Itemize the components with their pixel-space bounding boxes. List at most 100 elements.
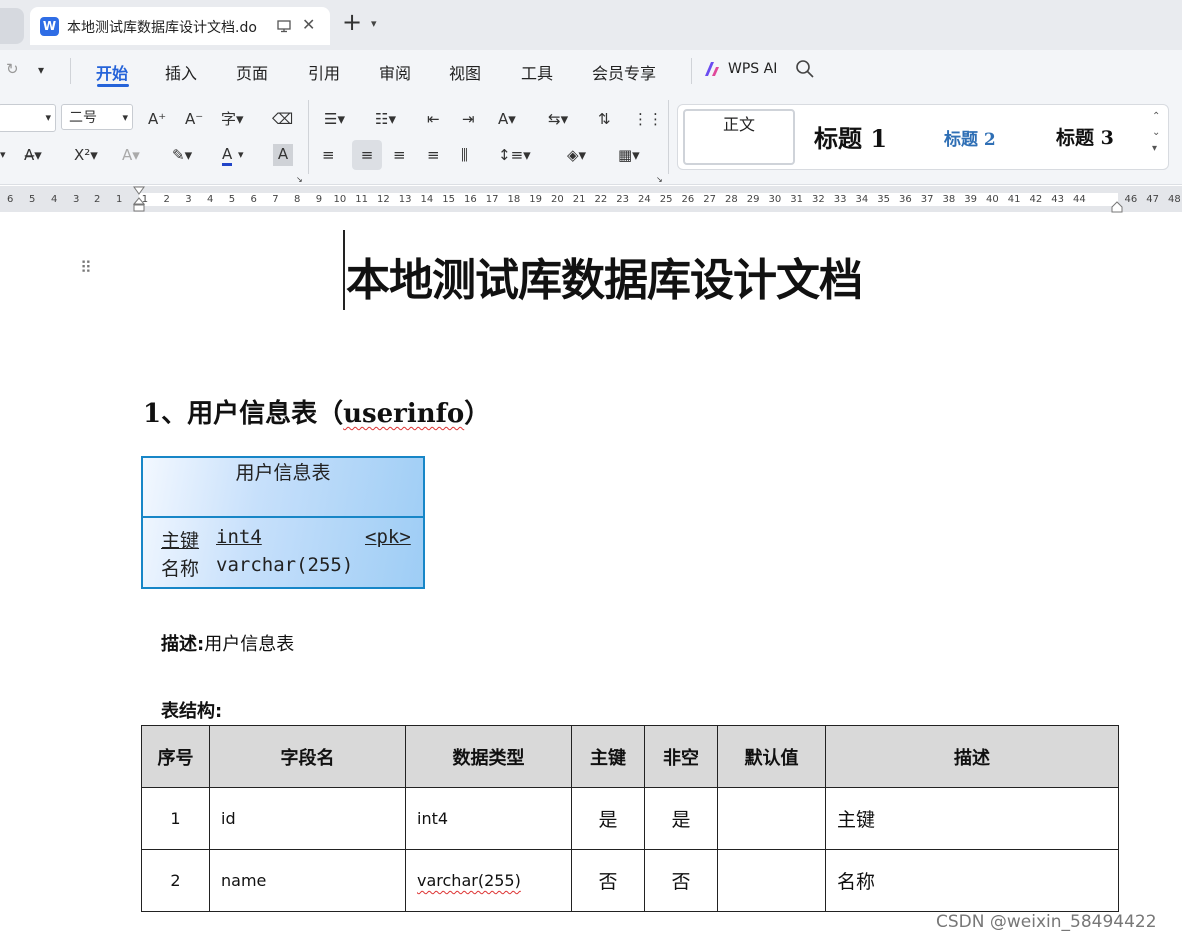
drag-handle-icon[interactable]: ⠿ [80,258,92,277]
ruler-right-indent-marker[interactable] [1111,198,1123,213]
highlight-icon[interactable]: ✎▾ [172,145,192,165]
chevron-down-icon[interactable]: ▾ [371,17,377,30]
table-cell[interactable]: 是 [571,787,645,850]
table-cell[interactable]: 主键 [825,787,1119,850]
structure-label[interactable]: 表结构: [161,697,222,723]
align-right-icon[interactable]: ≡ [393,145,406,165]
decrease-font-icon[interactable]: A⁻ [185,109,203,129]
header-cell[interactable]: 默认值 [717,725,826,788]
increase-indent-icon[interactable]: ⇥ [462,109,475,129]
document-title[interactable]: 本地测试库数据库设计文档 [346,244,863,308]
line-spacing-icon[interactable]: ↕≡▾ [498,145,531,165]
header-cell[interactable]: 数据类型 [405,725,572,788]
table-cell[interactable]: 否 [571,849,645,912]
menu-insert[interactable]: 插入 [165,60,197,84]
description-paragraph[interactable]: 描述:用户信息表 [161,630,294,656]
ruler-number: 28 [725,194,738,205]
style-normal[interactable]: 正文 [683,109,795,165]
header-cell[interactable]: 描述 [825,725,1119,788]
ruler-number: 11 [355,194,368,205]
divider [691,58,692,84]
tab-title: 本地测试库数据库设计文档.do [67,20,257,36]
font-color-icon[interactable]: A [222,145,233,166]
table-cell[interactable] [717,787,826,850]
sort-icon[interactable]: ⇅ [598,109,611,129]
superscript-icon[interactable]: X²▾ [74,145,98,165]
entity-diagram[interactable]: 用户信息表 主键 int4 <pk> 名称 varchar(255) [141,456,425,589]
table-cell[interactable]: 否 [644,849,718,912]
ruler-number: 33 [833,194,847,205]
phonetic-guide-icon[interactable]: 字▾ [221,109,244,129]
active-tab-indicator [97,84,129,87]
previous-tab[interactable] [0,8,24,44]
structure-table[interactable]: 序号 字段名 数据类型 主键 非空 默认值 描述 1 id int4 是 是 主… [141,725,1119,912]
document-tab[interactable]: W 本地测试库数据库设计文档.do ✕ [30,7,330,45]
menu-home[interactable]: 开始 [96,60,128,84]
numbered-list-icon[interactable]: ☷▾ [375,109,396,129]
table-header-row: 序号 字段名 数据类型 主键 非空 默认值 描述 [141,725,1119,788]
ruler-number: 15 [442,194,455,205]
ruler-number: 32 [812,194,825,205]
text-effect-icon[interactable]: A▾ [122,145,140,165]
increase-font-icon[interactable]: A⁺ [148,109,166,129]
style-heading-3[interactable]: 标题 3 [1056,123,1114,150]
ruler-number: 27 [703,194,716,205]
style-heading-2[interactable]: 标题 2 [944,125,996,150]
wps-ai-button[interactable]: WPS AI [728,61,777,77]
style-gallery-scroll-icon[interactable]: ⌃ ⌄ ▾ [1152,109,1160,157]
menu-view[interactable]: 视图 [449,60,481,84]
text-flow-icon[interactable]: ⇆▾ [548,109,568,129]
divider [308,100,309,174]
menu-tools[interactable]: 工具 [521,60,553,84]
borders-icon[interactable]: ▦▾ [618,145,640,165]
table-cell[interactable]: 是 [644,787,718,850]
style-heading-1[interactable]: 标题 1 [814,119,887,154]
align-left-icon[interactable]: ≡ [322,145,335,165]
table-cell[interactable] [717,849,826,912]
eraser-icon[interactable]: ⌫ [272,109,293,129]
justify-icon[interactable]: ≡ [427,145,440,165]
text-direction-icon[interactable]: A▾ [498,109,516,129]
table-cell[interactable]: id [209,787,406,850]
font-size-select[interactable]: 二号 ▾ [61,104,133,130]
menu-page[interactable]: 页面 [236,60,268,84]
menu-references[interactable]: 引用 [308,60,340,84]
chevron-down-icon[interactable]: ▾ [0,145,6,165]
table-cell[interactable]: name [209,849,406,912]
section-heading[interactable]: 1、用户信息表（userinfo） [143,393,490,430]
distribute-icon[interactable]: ⫼ [461,145,468,165]
chevron-down-icon[interactable]: ▾ [38,60,44,80]
search-icon[interactable] [795,59,815,79]
menu-review[interactable]: 审阅 [379,60,411,84]
section-heading-prefix: 1、用户信息表（ [143,399,344,429]
table-cell[interactable]: 1 [141,787,210,850]
header-cell[interactable]: 主键 [571,725,645,788]
table-cell[interactable]: 2 [141,849,210,912]
bullet-list-icon[interactable]: ☰▾ [324,109,345,129]
header-cell[interactable]: 序号 [141,725,210,788]
new-tab-button[interactable]: + [342,10,362,34]
strikethrough-icon[interactable]: A̶▾ [24,145,42,165]
header-cell[interactable]: 字段名 [209,725,406,788]
ruler-number: 42 [1029,194,1043,205]
show-marks-icon[interactable]: ⋮⋮ [633,109,663,129]
char-shading-icon[interactable]: A [273,144,293,166]
chevron-down-icon[interactable]: ▾ [238,145,244,165]
ruler-number: 25 [659,194,673,205]
header-cell[interactable]: 非空 [644,725,718,788]
horizontal-ruler[interactable]: 6 5 4 3 2 1 1 2 3 4 5 6 7 8 9 10 11 12 13 14 15 16 17 18 1… [0,186,1182,213]
monitor-icon[interactable] [276,18,292,34]
table-cell[interactable]: 名称 [825,849,1119,912]
menu-member[interactable]: 会员专享 [592,60,656,84]
table-cell[interactable]: varchar(255) [405,849,572,912]
ruler-number: 35 [877,194,890,205]
decrease-indent-icon[interactable]: ⇤ [427,109,440,129]
align-center-icon[interactable]: ≡ [352,140,382,170]
paragraph-shading-icon[interactable]: ◈▾ [567,145,586,165]
entity-field-key: <pk> [365,526,411,548]
table-cell[interactable]: int4 [405,787,572,850]
redo-icon[interactable]: ↻ [6,59,19,79]
chevron-down-icon: ▾ [45,111,51,124]
font-family-select[interactable]: ▾ [0,104,56,132]
close-tab-icon[interactable]: ✕ [302,15,315,34]
